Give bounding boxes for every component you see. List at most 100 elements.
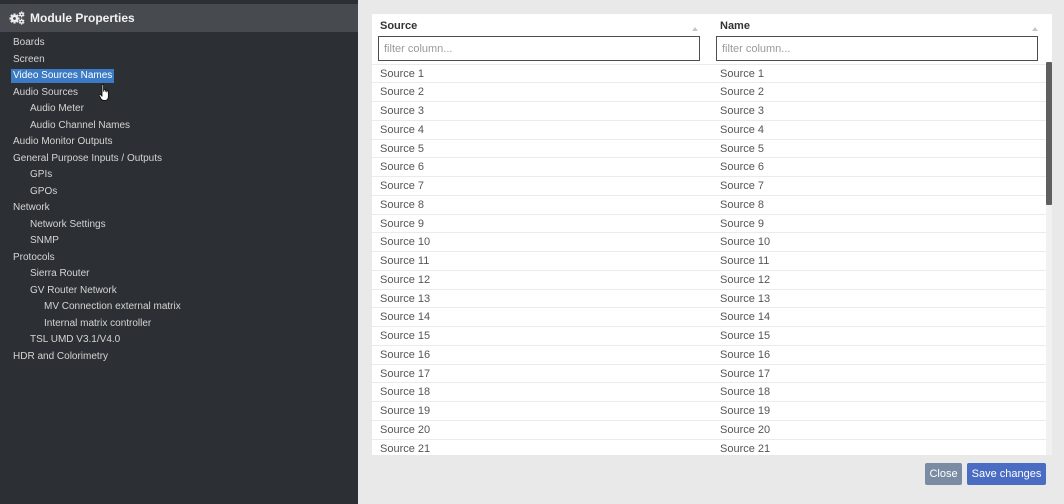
tree-item-network[interactable]: Network — [0, 201, 358, 218]
tree-item-label: Network — [13, 202, 50, 214]
source-filter-input[interactable] — [378, 36, 700, 61]
name-filter-input[interactable] — [716, 36, 1038, 61]
source-cell: Source 10 — [380, 236, 431, 249]
table-row: Source 20 Source 20 — [372, 419, 1046, 439]
tree-item-boards[interactable]: Boards — [0, 36, 358, 53]
tree-item-label: Audio Sources — [13, 86, 79, 98]
hand-pointer-icon — [98, 83, 109, 101]
sort-asc-icon[interactable] — [692, 27, 698, 31]
name-cell[interactable]: Source 9 — [720, 215, 1040, 233]
tree-item-gv-router-network[interactable]: GV Router Network — [0, 284, 358, 301]
table-row: Source 21 Source 21 — [372, 438, 1046, 456]
name-cell[interactable]: Source 7 — [720, 177, 1040, 195]
source-cell: Source 3 — [380, 105, 425, 117]
tree-item-label: Protocols — [13, 251, 55, 263]
name-cell[interactable]: Source 13 — [720, 290, 1040, 308]
column-header-source[interactable]: Source — [380, 15, 702, 37]
name-cell[interactable]: Source 20 — [720, 421, 1040, 439]
tree-item-audio-meter[interactable]: Audio Meter — [0, 102, 358, 119]
tree-item-label: HDR and Colorimetry — [13, 350, 109, 362]
name-cell[interactable]: Source 1 — [720, 65, 1040, 83]
tree-item-screen[interactable]: Screen — [0, 53, 358, 70]
close-button[interactable]: Close — [925, 463, 962, 485]
table-row: Source 8 Source 8 — [372, 194, 1046, 214]
tree-item-label: Sierra Router — [30, 268, 90, 280]
source-cell: Source 1 — [380, 67, 425, 80]
source-cell: Source 12 — [380, 273, 431, 286]
tree-item-sierra-router[interactable]: Sierra Router — [0, 267, 358, 284]
name-cell[interactable]: Source 18 — [720, 383, 1040, 401]
table-row: Source 4 Source 4 — [372, 119, 1046, 139]
tree-item-label: Audio Meter — [30, 103, 84, 115]
source-cell: Source 16 — [380, 348, 431, 361]
name-cell[interactable]: Source 2 — [720, 83, 1040, 101]
tree-item-label: Video Sources Names — [11, 69, 115, 84]
source-cell: Source 19 — [380, 405, 431, 417]
source-cell: Source 9 — [380, 217, 425, 230]
tree-item-label: MV Connection external matrix — [44, 301, 181, 313]
table-row: Source 15 Source 15 — [372, 326, 1046, 345]
table-row: Source 9 Source 9 — [372, 213, 1046, 233]
source-cell: Source 17 — [380, 367, 431, 380]
tree-item-label: Audio Monitor Outputs — [13, 136, 113, 148]
table-row: Source 7 Source 7 — [372, 176, 1046, 195]
tree-item-gpis[interactable]: GPIs — [0, 168, 358, 185]
table-scrollbar[interactable] — [1046, 62, 1052, 455]
tree-item-network-settings[interactable]: Network Settings — [0, 218, 358, 235]
name-cell[interactable]: Source 14 — [720, 308, 1040, 326]
name-cell[interactable]: Source 15 — [720, 327, 1040, 345]
tree-item-audio-channel-names[interactable]: Audio Channel Names — [0, 119, 358, 136]
tree-item-mv-connection-external-matrix[interactable]: MV Connection external matrix — [0, 300, 358, 317]
tree-item-tsl-umd[interactable]: TSL UMD V3.1/V4.0 — [0, 333, 358, 350]
name-cell[interactable]: Source 6 — [720, 158, 1040, 176]
name-cell[interactable]: Source 21 — [720, 440, 1040, 456]
tree-item-label: GV Router Network — [30, 284, 117, 296]
tree-item-audio-sources[interactable]: Audio Sources — [0, 86, 358, 103]
name-cell[interactable]: Source 3 — [720, 102, 1040, 120]
source-cell: Source 8 — [380, 198, 425, 211]
column-header-name[interactable]: Name — [720, 15, 1042, 37]
tree-item-gpos[interactable]: GPOs — [0, 185, 358, 202]
module-tree: Boards Screen Video Sources Names Audio … — [0, 36, 358, 366]
source-cell: Source 15 — [380, 330, 431, 342]
tree-item-label: Network Settings — [30, 218, 106, 230]
tree-item-general-purpose-io[interactable]: General Purpose Inputs / Outputs — [0, 152, 358, 169]
name-cell[interactable]: Source 10 — [720, 233, 1040, 251]
tree-item-label: TSL UMD V3.1/V4.0 — [30, 334, 121, 346]
source-cell: Source 11 — [380, 255, 430, 267]
name-cell[interactable]: Source 19 — [720, 402, 1040, 420]
table-row: Source 2 Source 2 — [372, 82, 1046, 101]
name-cell[interactable]: Source 16 — [720, 346, 1040, 364]
tree-item-protocols[interactable]: Protocols — [0, 251, 358, 268]
scrollbar-thumb[interactable] — [1046, 62, 1052, 205]
name-cell[interactable]: Source 11 — [720, 252, 1040, 270]
name-cell[interactable]: Source 4 — [720, 121, 1040, 139]
source-cell: Source 4 — [380, 123, 425, 136]
table-row: Source 1 Source 1 — [372, 63, 1046, 83]
name-cell[interactable]: Source 8 — [720, 196, 1040, 214]
tree-item-hdr-and-colorimetry[interactable]: HDR and Colorimetry — [0, 350, 358, 367]
table-row: Source 3 Source 3 — [372, 101, 1046, 120]
table-row: Source 13 Source 13 — [372, 288, 1046, 308]
source-cell: Source 13 — [380, 292, 431, 305]
name-cell[interactable]: Source 12 — [720, 271, 1040, 289]
module-properties-sidebar: Module Properties Boards Screen Video So… — [0, 0, 358, 504]
video-sources-names-table: Source Name Source 1Source 1 Source 2Sou… — [372, 14, 1052, 455]
tree-item-video-sources-names[interactable]: Video Sources Names — [0, 69, 358, 86]
tree-item-label: GPOs — [30, 185, 58, 197]
tree-item-internal-matrix-controller[interactable]: Internal matrix controller — [0, 317, 358, 334]
source-cell: Source 6 — [380, 161, 425, 174]
column-header-label: Source — [380, 20, 418, 32]
sidebar-header: Module Properties — [0, 4, 358, 32]
source-cell: Source 5 — [380, 142, 425, 155]
source-cell: Source 21 — [380, 442, 431, 455]
column-header-label: Name — [720, 20, 750, 32]
save-changes-button[interactable]: Save changes — [967, 463, 1046, 485]
name-cell[interactable]: Source 5 — [720, 140, 1040, 158]
tree-item-audio-monitor-outputs[interactable]: Audio Monitor Outputs — [0, 135, 358, 152]
sort-asc-icon[interactable] — [1032, 27, 1038, 31]
name-cell[interactable]: Source 17 — [720, 365, 1040, 383]
tree-item-snmp[interactable]: SNMP — [0, 234, 358, 251]
sidebar-title: Module Properties — [30, 11, 135, 25]
table-row: Source 5 Source 5 — [372, 138, 1046, 158]
